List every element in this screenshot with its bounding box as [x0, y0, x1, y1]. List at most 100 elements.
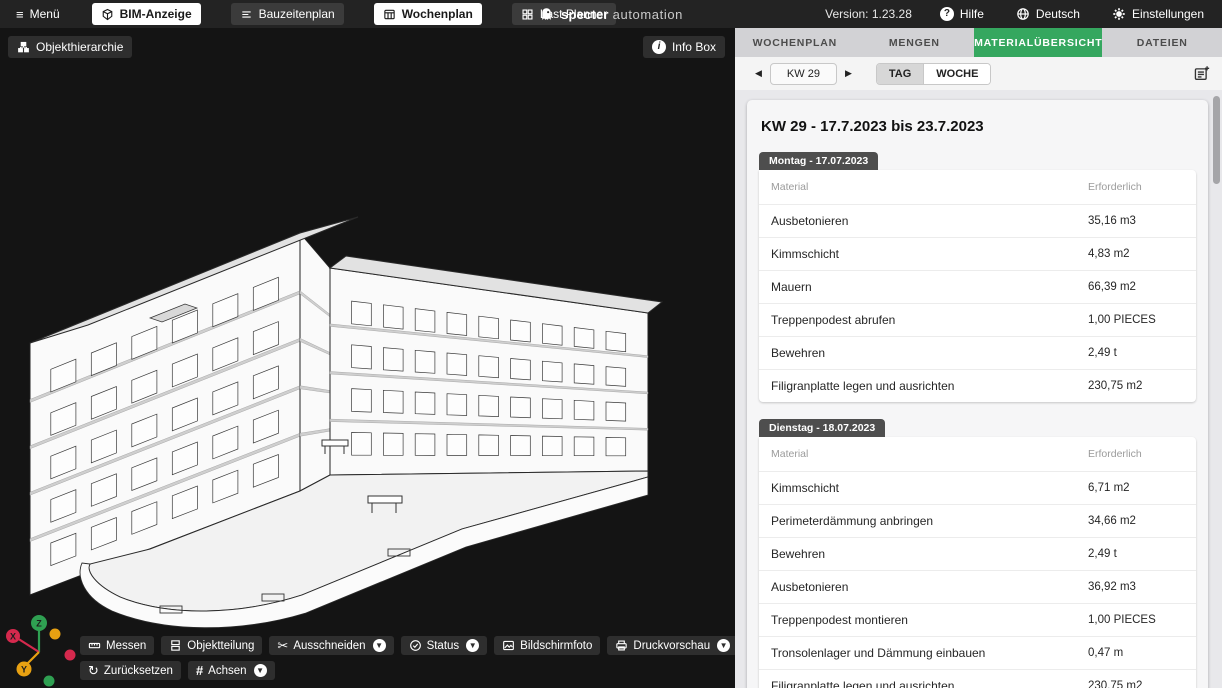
table-row[interactable]: Bewehren2,49 t: [759, 336, 1196, 369]
objektteilung-button[interactable]: Objektteilung: [161, 636, 262, 655]
nav-wochenplan[interactable]: Wochenplan: [374, 3, 482, 25]
table-row[interactable]: Filigranplatte legen und ausrichten230,7…: [759, 669, 1196, 688]
menu-button[interactable]: ≡ Menü: [12, 7, 64, 21]
material-name: Kimmschicht: [771, 247, 1088, 261]
day-section: Montag - 17.07.2023MaterialErforderlichA…: [759, 151, 1196, 402]
prev-week-button[interactable]: ◀: [747, 68, 770, 79]
tool-label: Objektteilung: [187, 640, 254, 652]
nav-bim-anzeige[interactable]: BIM-Anzeige: [92, 3, 201, 25]
brand-suffix: automation: [613, 7, 683, 22]
tool-label: Druckvorschau: [633, 640, 710, 652]
material-quantity: 1,00 PIECES: [1088, 314, 1184, 326]
toggle-woche[interactable]: WOCHE: [924, 64, 990, 84]
material-name: Treppenpodest abrufen: [771, 313, 1088, 327]
ruler-icon: [88, 639, 101, 652]
column-required: Erforderlich: [1088, 181, 1184, 193]
material-name: Mauern: [771, 280, 1088, 294]
toggle-tag[interactable]: TAG: [877, 64, 924, 84]
hamburger-icon: ≡: [16, 8, 24, 21]
tab-label: MATERIALÜBERSICHT: [974, 37, 1102, 49]
panel-scrollbar[interactable]: [1213, 96, 1220, 682]
nav-label: BIM-Anzeige: [120, 7, 192, 21]
info-box-label: Info Box: [672, 40, 716, 54]
druckvorschau-button[interactable]: Druckvorschau ▼: [607, 636, 735, 655]
messen-button[interactable]: Messen: [80, 636, 154, 655]
chevron-down-icon[interactable]: ▼: [254, 664, 267, 677]
achsen-button[interactable]: #Achsen▼: [188, 661, 275, 680]
menu-label: Menü: [30, 7, 60, 21]
language-label: Deutsch: [1036, 7, 1080, 21]
axis-y-label: Y: [21, 665, 27, 675]
main-nav: BIM-AnzeigeBauzeitenplanWochenplanLast P…: [92, 3, 617, 25]
material-overview-content: KW 29 - 17.7.2023 bis 23.7.2023 Montag -…: [735, 90, 1222, 688]
material-quantity: 4,83 m2: [1088, 248, 1184, 260]
material-name: Ausbetonieren: [771, 214, 1088, 228]
tab-label: WOCHENPLAN: [753, 37, 837, 49]
globe-icon: [1016, 7, 1030, 21]
settings-button[interactable]: Einstellungen: [1108, 7, 1208, 21]
nav-label: Wochenplan: [402, 7, 473, 21]
status-button[interactable]: Status▼: [401, 636, 488, 655]
column-material: Material: [771, 448, 1088, 460]
axis-x-label: X: [10, 632, 16, 642]
version-label: Version: 1.23.28: [825, 7, 912, 21]
table-row[interactable]: Tronsolenlager und Dämmung einbauen0,47 …: [759, 636, 1196, 669]
axis-gizmo[interactable]: Z X Y: [2, 610, 76, 688]
info-box-button[interactable]: i Info Box: [643, 36, 725, 58]
table-row[interactable]: Bewehren2,49 t: [759, 537, 1196, 570]
table-row[interactable]: Kimmschicht4,83 m2: [759, 237, 1196, 270]
material-quantity: 35,16 m3: [1088, 215, 1184, 227]
status-check-icon: [409, 639, 422, 652]
material-name: Filigranplatte legen und ausrichten: [771, 679, 1088, 688]
tool-label: Achsen: [208, 665, 246, 677]
ausschneiden-button[interactable]: ✂Ausschneiden▼: [269, 636, 393, 655]
table-row[interactable]: Treppenpodest abrufen1,00 PIECES: [759, 303, 1196, 336]
chevron-down-icon[interactable]: ▼: [466, 639, 479, 652]
nav-bauzeitenplan[interactable]: Bauzeitenplan: [231, 3, 344, 25]
ghost-icon: [539, 7, 554, 22]
zur-cksetzen-button[interactable]: ↻Zurücksetzen: [80, 661, 181, 680]
week-grid-icon: [383, 8, 396, 21]
table-row[interactable]: Ausbetonieren35,16 m3: [759, 204, 1196, 237]
help-label: Hilfe: [960, 7, 984, 21]
table-row[interactable]: Kimmschicht6,71 m2: [759, 471, 1196, 504]
material-quantity: 2,49 t: [1088, 548, 1184, 560]
material-name: Bewehren: [771, 547, 1088, 561]
tab-dateien[interactable]: DATEIEN: [1102, 28, 1222, 57]
schedule-list-icon: [240, 8, 253, 21]
tab-material-bersicht[interactable]: MATERIALÜBERSICHT: [974, 28, 1102, 57]
add-note-icon[interactable]: [1193, 65, 1210, 82]
next-week-button[interactable]: ▶: [837, 68, 860, 79]
chevron-down-icon[interactable]: ▼: [717, 639, 730, 652]
language-button[interactable]: Deutsch: [1012, 7, 1084, 21]
material-name: Tronsolenlager und Dämmung einbauen: [771, 646, 1088, 660]
material-quantity: 230,75 m2: [1088, 680, 1184, 688]
scrollbar-thumb[interactable]: [1213, 96, 1220, 184]
tab-wochenplan[interactable]: WOCHENPLAN: [735, 28, 855, 57]
panel-tabs: WOCHENPLAN MENGENMATERIALÜBERSICHT DATEIEN: [735, 28, 1222, 57]
material-quantity: 6,71 m2: [1088, 482, 1184, 494]
table-row[interactable]: Filigranplatte legen und ausrichten230,7…: [759, 369, 1196, 402]
material-name: Treppenpodest montieren: [771, 613, 1088, 627]
bildschirmfoto-button[interactable]: Bildschirmfoto: [494, 636, 600, 655]
help-button[interactable]: ? Hilfe: [936, 7, 988, 21]
tool-label: Messen: [106, 640, 146, 652]
tab-mengen[interactable]: MENGEN: [855, 28, 975, 57]
top-menu-bar: ≡ Menü BIM-Anzeige Bauzeitenplan Wochenpla…: [0, 0, 1222, 28]
table-row[interactable]: Ausbetonieren36,92 m3: [759, 570, 1196, 603]
week-selector-button[interactable]: KW 29: [770, 63, 837, 85]
column-material: Material: [771, 181, 1088, 193]
table-row[interactable]: Perimeterdämmung anbringen34,66 m2: [759, 504, 1196, 537]
building-model-3d[interactable]: [0, 28, 735, 688]
material-name: Filigranplatte legen und ausrichten: [771, 379, 1088, 393]
tab-label: DATEIEN: [1137, 37, 1188, 49]
column-required: Erforderlich: [1088, 448, 1184, 460]
table-row[interactable]: Mauern66,39 m2: [759, 270, 1196, 303]
bim-3d-viewport[interactable]: Objekthierarchie i Info Box Z X Y Messen…: [0, 28, 735, 688]
chevron-down-icon[interactable]: ▼: [373, 639, 386, 652]
table-row[interactable]: Treppenpodest montieren1,00 PIECES: [759, 603, 1196, 636]
nav-label: Bauzeitenplan: [259, 7, 335, 21]
material-quantity: 2,49 t: [1088, 347, 1184, 359]
help-icon: ?: [940, 7, 954, 21]
object-hierarchy-button[interactable]: Objekthierarchie: [8, 36, 132, 58]
